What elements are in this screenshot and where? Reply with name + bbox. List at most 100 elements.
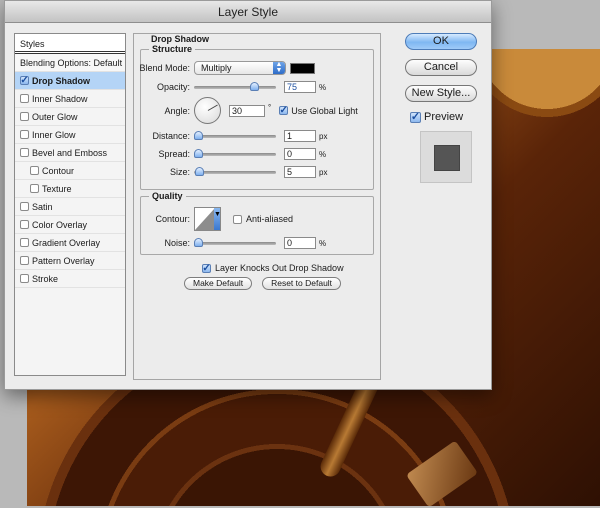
ok-button[interactable]: OK <box>405 33 477 50</box>
style-preview-thumbnail <box>420 131 472 183</box>
sidebar-item-drop-shadow[interactable]: ✓ Drop Shadow <box>15 72 125 90</box>
check-icon: ✓ <box>20 75 29 86</box>
sidebar-checkbox[interactable] <box>30 184 39 193</box>
headshell-image <box>405 440 479 508</box>
sidebar-checkbox[interactable] <box>20 94 29 103</box>
anti-aliased-checkbox[interactable] <box>233 214 242 224</box>
structure-title: Structure <box>152 44 193 54</box>
angle-dial[interactable] <box>194 97 221 124</box>
anti-aliased-label: Anti-aliased <box>246 214 294 224</box>
sidebar-item-label: Gradient Overlay <box>32 237 101 248</box>
sidebar-item-inner-glow[interactable]: Inner Glow <box>15 126 125 144</box>
check-icon: ✓ <box>279 105 288 116</box>
noise-slider-thumb[interactable] <box>194 238 203 247</box>
blend-mode-value: Multiply <box>201 63 232 73</box>
spread-slider[interactable] <box>194 148 276 160</box>
spread-label: Spread: <box>158 149 190 159</box>
sidebar-item-label: Satin <box>32 201 53 212</box>
drop-shadow-panel: Drop Shadow Structure Blend Mode: Multip… <box>133 33 381 380</box>
opacity-label: Opacity: <box>156 82 190 92</box>
distance-slider-thumb[interactable] <box>194 131 203 140</box>
distance-unit: px <box>319 131 328 141</box>
quality-title: Quality <box>152 191 183 201</box>
sidebar-checkbox[interactable] <box>20 148 29 157</box>
contour-curve-icon <box>195 208 215 230</box>
sidebar-checkbox[interactable] <box>20 274 29 283</box>
preview-swatch <box>434 145 460 171</box>
preview-checkbox[interactable]: ✓ <box>410 110 421 123</box>
new-style-button[interactable]: New Style... <box>405 85 477 102</box>
shadow-color-swatch[interactable] <box>290 62 315 74</box>
opacity-unit: % <box>319 82 327 92</box>
sidebar-item-contour[interactable]: Contour <box>15 162 125 180</box>
contour-label: Contour: <box>155 214 190 224</box>
angle-dial-hand <box>207 104 218 111</box>
noise-label: Noise: <box>164 238 190 248</box>
spread-slider-thumb[interactable] <box>194 149 203 158</box>
sidebar-item-label: Outer Glow <box>32 111 78 122</box>
angle-input[interactable]: 30 <box>229 104 265 117</box>
knockout-checkbox[interactable]: ✓ <box>202 262 211 274</box>
sidebar-item-label: Drop Shadow <box>32 75 90 86</box>
check-icon: ✓ <box>410 110 421 123</box>
sidebar-item-stroke[interactable]: Stroke <box>15 270 125 288</box>
sidebar-item-satin[interactable]: Satin <box>15 198 125 216</box>
use-global-light-checkbox[interactable]: ✓ <box>279 105 289 116</box>
use-global-light-label: Use Global Light <box>291 105 358 116</box>
sidebar-item-bevel-and-emboss[interactable]: Bevel and Emboss <box>15 144 125 162</box>
cancel-button[interactable]: Cancel <box>405 59 477 76</box>
size-input[interactable]: 5 <box>284 166 316 178</box>
distance-label: Distance: <box>152 131 190 141</box>
angle-unit: ° <box>268 103 272 112</box>
check-icon: ✓ <box>202 262 211 274</box>
spread-input[interactable]: 0 <box>284 148 316 160</box>
sidebar-item-label: Inner Glow <box>32 129 76 140</box>
spread-unit: % <box>319 149 327 159</box>
distance-slider[interactable] <box>194 130 276 142</box>
opacity-slider[interactable] <box>194 81 276 93</box>
sidebar-item-blending-options-default[interactable]: Blending Options: Default <box>15 54 125 72</box>
sidebar-item-label: Contour <box>42 165 75 176</box>
sidebar-item-texture[interactable]: Texture <box>15 180 125 198</box>
noise-input[interactable]: 0 <box>284 237 316 249</box>
sidebar-item-inner-shadow[interactable]: Inner Shadow <box>15 90 125 108</box>
sidebar-item-gradient-overlay[interactable]: Gradient Overlay <box>15 234 125 252</box>
sidebar-item-pattern-overlay[interactable]: Pattern Overlay <box>15 252 125 270</box>
sidebar-checkbox[interactable] <box>20 112 29 121</box>
blend-mode-select[interactable]: Multiply ▲ ▼ <box>194 61 286 75</box>
layer-style-dialog: Layer Style Styles Blending Options: Def… <box>4 0 492 390</box>
drop-shadow-title: Drop Shadow <box>151 34 209 44</box>
noise-slider[interactable] <box>194 237 276 249</box>
reset-to-default-button[interactable]: Reset to Default <box>262 277 342 290</box>
sidebar-checkbox[interactable] <box>20 130 29 139</box>
size-unit: px <box>319 167 328 177</box>
sidebar-checkbox[interactable]: ✓ <box>20 75 29 86</box>
contour-picker[interactable]: ▼ <box>194 207 221 231</box>
sidebar-checkbox[interactable] <box>20 202 29 211</box>
sidebar-item-outer-glow[interactable]: Outer Glow <box>15 108 125 126</box>
dialog-title[interactable]: Layer Style <box>5 1 491 23</box>
distance-input[interactable]: 1 <box>284 130 316 142</box>
sidebar-checkbox[interactable] <box>20 220 29 229</box>
styles-list: Styles Blending Options: Default ✓ Drop Sh… <box>14 33 126 376</box>
sidebar-checkbox[interactable] <box>20 238 29 247</box>
styles-header[interactable]: Styles <box>15 34 125 54</box>
opacity-slider-thumb[interactable] <box>249 82 259 91</box>
sidebar-item-color-overlay[interactable]: Color Overlay <box>15 216 125 234</box>
opacity-input[interactable]: 75 <box>284 81 316 93</box>
size-slider-thumb[interactable] <box>195 167 205 176</box>
sidebar-checkbox[interactable] <box>20 256 29 265</box>
sidebar-checkbox[interactable] <box>30 166 39 175</box>
blend-mode-label: Blend Mode: <box>139 63 190 73</box>
sidebar-item-label: Stroke <box>32 273 59 284</box>
noise-unit: % <box>319 238 327 248</box>
make-default-button[interactable]: Make Default <box>184 277 253 290</box>
sidebar-item-label: Bevel and Emboss <box>32 147 108 158</box>
size-slider[interactable] <box>194 166 276 178</box>
preview-toggle[interactable]: ✓ Preview <box>410 111 463 123</box>
sidebar-item-label: Pattern Overlay <box>32 255 95 266</box>
sidebar-item-label: Texture <box>42 183 72 194</box>
dropdown-arrow-icon[interactable]: ▼ <box>214 208 220 230</box>
angle-label: Angle: <box>164 105 190 116</box>
size-label: Size: <box>169 167 190 177</box>
